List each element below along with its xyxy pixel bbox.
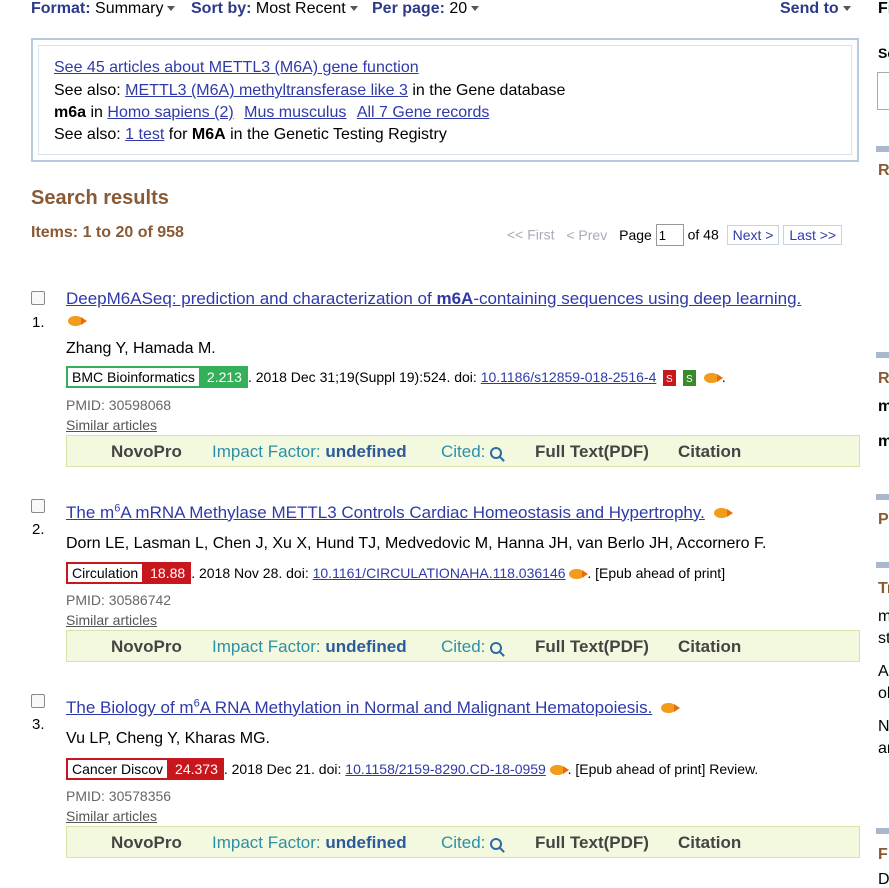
send-to-dropdown[interactable]: Send to — [780, 0, 851, 18]
prev-page-link[interactable]: < Prev — [566, 227, 607, 243]
result-checkbox[interactable] — [31, 694, 45, 708]
fish-icon[interactable] — [661, 703, 681, 714]
doi-link[interactable]: 10.1186/s12859-018-2516-4 — [481, 369, 657, 385]
search-icon — [490, 446, 503, 459]
all-gene-records-link[interactable]: All 7 Gene records — [357, 104, 490, 121]
result-title-link[interactable]: The m6A mRNA Methylase METTL3 Controls C… — [66, 502, 705, 522]
similar-articles-link[interactable]: Similar articles — [66, 612, 157, 628]
full-text-pdf-link[interactable]: Full Text(PDF) — [535, 442, 649, 462]
citation-link[interactable]: Citation — [678, 833, 741, 853]
result-checkbox[interactable] — [31, 291, 45, 305]
cited-link[interactable]: Cited: — [441, 442, 503, 462]
citation-link[interactable]: Citation — [678, 637, 741, 657]
search-icon — [490, 641, 503, 654]
gene-info-box: See 45 articles about METTL3 (M6A) gene … — [31, 38, 859, 162]
gene-database-link[interactable]: METTL3 (M6A) methyltransferase like 3 — [125, 82, 408, 99]
last-page-button[interactable]: Last >> — [783, 224, 843, 245]
result-title-link[interactable]: DeepM6ASeq: prediction and characterizat… — [66, 289, 801, 308]
full-text-pdf-link[interactable]: Full Text(PDF) — [535, 637, 649, 657]
fish-icon[interactable] — [68, 316, 87, 326]
svg-text:S: S — [666, 374, 673, 385]
novopro-link[interactable]: NovoPro — [111, 442, 182, 462]
chevron-down-icon — [167, 6, 176, 12]
cited-link[interactable]: Cited: — [441, 637, 503, 657]
search-results-title: Search results — [31, 187, 169, 209]
search-icon — [490, 837, 503, 850]
similar-articles-link[interactable]: Similar articles — [66, 417, 157, 433]
fish-icon[interactable] — [713, 508, 733, 519]
format-dropdown[interactable]: Format: Summary — [31, 0, 176, 18]
gene-function-link[interactable]: See 45 articles about METTL3 (M6A) gene … — [54, 59, 419, 76]
genetic-test-link[interactable]: 1 test — [125, 126, 164, 143]
novopro-bar: NovoPro Impact Factor: undefined Cited: … — [66, 826, 860, 858]
pagination: << First < Prev Page of 48 Next > Last >… — [507, 224, 843, 246]
citation-link[interactable]: Citation — [678, 442, 741, 462]
novopro-link[interactable]: NovoPro — [111, 637, 182, 657]
doi-link[interactable]: 10.1161/CIRCULATIONAHA.118.036146 — [313, 565, 566, 581]
pdf-icon[interactable]: S — [663, 370, 677, 387]
impact-factor-badge: 18.88 — [144, 562, 192, 584]
journal-badge[interactable]: Circulation — [66, 562, 145, 584]
first-page-link[interactable]: << First — [507, 227, 554, 243]
journal-badge[interactable]: BMC Bioinformatics — [66, 366, 201, 388]
novopro-link[interactable]: NovoPro — [111, 833, 182, 853]
fish-icon[interactable] — [549, 765, 569, 776]
full-text-pdf-link[interactable]: Full Text(PDF) — [535, 833, 649, 853]
chevron-down-icon — [842, 6, 851, 12]
fish-icon[interactable] — [704, 373, 724, 384]
svg-text:S: S — [686, 374, 693, 385]
homo-sapiens-link[interactable]: Homo sapiens (2) — [107, 104, 233, 121]
journal-badge[interactable]: Cancer Discov — [66, 758, 170, 780]
mus-musculus-link[interactable]: Mus musculus — [244, 104, 346, 121]
result-checkbox[interactable] — [31, 499, 45, 513]
per-page-dropdown[interactable]: Per page: 20 — [372, 0, 480, 18]
right-sidebar: Fi Se R R m m P Tr m st A ol N ar F D — [876, 0, 889, 888]
next-page-button[interactable]: Next > — [726, 224, 780, 245]
novopro-bar: NovoPro Impact Factor: undefined Cited: … — [66, 630, 860, 662]
result-title-link[interactable]: The Biology of m6A RNA Methylation in No… — [66, 697, 652, 717]
page-number-input[interactable] — [655, 224, 684, 246]
chevron-down-icon — [349, 6, 358, 12]
impact-factor-badge: 24.373 — [169, 758, 224, 780]
similar-articles-link[interactable]: Similar articles — [66, 808, 157, 824]
items-count: Items: 1 to 20 of 958 — [31, 224, 184, 241]
sidebar-input[interactable] — [877, 72, 889, 110]
cited-link[interactable]: Cited: — [441, 833, 503, 853]
novopro-bar: NovoPro Impact Factor: undefined Cited: … — [66, 435, 860, 467]
impact-factor-badge: 2.213 — [200, 366, 248, 388]
sort-dropdown[interactable]: Sort by: Most Recent — [191, 0, 358, 18]
chevron-down-icon — [471, 6, 480, 12]
supplement-icon[interactable]: S — [683, 370, 697, 387]
fish-icon[interactable] — [569, 569, 589, 580]
doi-link[interactable]: 10.1158/2159-8290.CD-18-0959 — [345, 761, 546, 777]
